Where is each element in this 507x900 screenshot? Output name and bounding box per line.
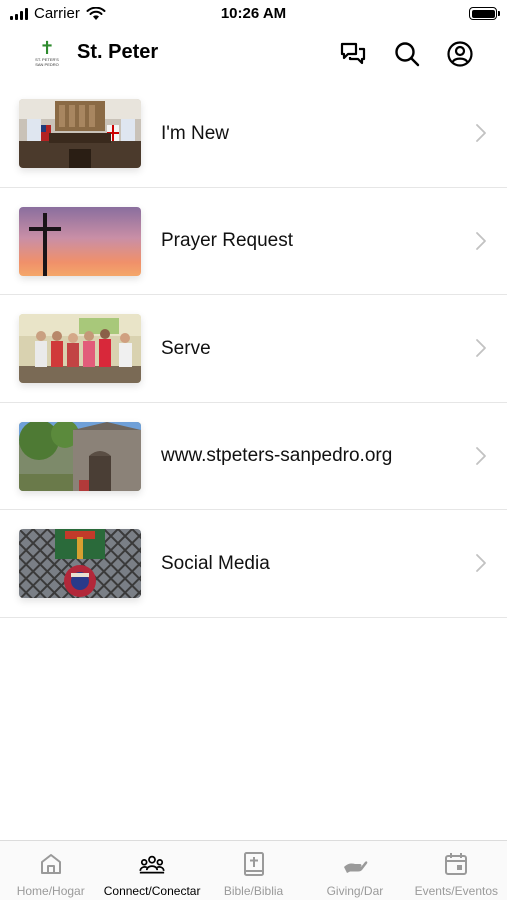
giving-hand-icon [343, 861, 368, 873]
stained-glass-image [19, 529, 141, 598]
church-exterior-image [19, 421, 141, 491]
calendar-icon [445, 853, 468, 875]
tab-connect[interactable]: Connect/Conectar [101, 841, 202, 900]
chat-icon[interactable] [339, 40, 367, 68]
tab-bible[interactable]: Bible/Biblia [203, 841, 304, 900]
home-icon [40, 854, 61, 874]
cross-icon: ✝ [39, 38, 55, 58]
list-item-label: Prayer Request [161, 230, 294, 251]
tab-label: Bible/Biblia [223, 884, 284, 898]
tab-label: Events/Eventos [414, 884, 499, 898]
list-item-im-new[interactable]: I'm New [0, 80, 507, 188]
battery-icon [469, 7, 500, 20]
app-title: St. Peter [77, 41, 159, 63]
tab-giving[interactable]: Giving/Dar [304, 841, 405, 900]
tab-label: Home/Hogar [16, 884, 85, 898]
list-item-prayer-request[interactable]: Prayer Request [0, 188, 507, 295]
chevron-right-icon [476, 231, 486, 250]
church-interior-image [19, 99, 141, 168]
list-item-label: www.stpeters-sanpedro.org [161, 445, 393, 466]
cross-sunset-image [19, 206, 141, 276]
connect-list: I'm New Prayer Request Serve www.stpeter… [0, 80, 507, 618]
chevron-right-icon [476, 554, 486, 572]
bible-icon [243, 852, 264, 876]
list-item-label: I'm New [161, 122, 230, 144]
list-item-label: Serve [161, 337, 211, 359]
tab-label: Giving/Dar [326, 884, 384, 898]
logo-text: ST. PETER'S SAN PEDRO [35, 57, 59, 67]
chevron-right-icon [476, 446, 486, 465]
profile-icon[interactable] [446, 40, 474, 68]
church-logo: ✝ ST. PETER'S SAN PEDRO [33, 39, 61, 69]
tab-home[interactable]: Home/Hogar [0, 841, 101, 900]
list-item-website[interactable]: www.stpeters-sanpedro.org [0, 403, 507, 510]
volunteers-group-image [19, 314, 141, 383]
status-time: 10:26 AM [220, 5, 287, 22]
tab-bar: Home/Hogar Connect/Conectar Bible/Biblia… [0, 840, 507, 900]
list-item-serve[interactable]: Serve [0, 295, 507, 403]
status-bar: Carrier 10:26 AM [0, 0, 507, 28]
tab-label: Connect/Conectar [103, 884, 201, 898]
tab-events[interactable]: Events/Eventos [406, 841, 507, 900]
list-item-label: Social Media [161, 552, 270, 574]
chevron-right-icon [476, 339, 486, 357]
people-icon [139, 855, 165, 874]
search-icon[interactable] [393, 40, 421, 68]
list-item-social-media[interactable]: Social Media [0, 510, 507, 618]
chevron-right-icon [476, 124, 486, 142]
app-header: ✝ ST. PETER'S SAN PEDRO St. Peter [0, 28, 507, 80]
